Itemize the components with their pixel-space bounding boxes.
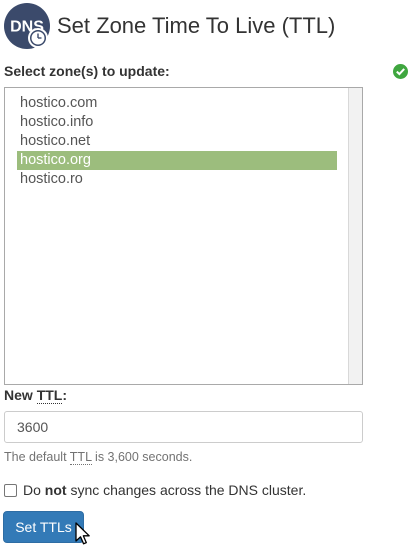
sync-label-bold: not [44,482,67,498]
sync-option: Do not sync changes across the DNS clust… [4,482,306,498]
sync-label[interactable]: Do not sync changes across the DNS clust… [23,482,306,498]
mouse-pointer-icon [75,522,91,546]
sync-label-after: sync changes across the DNS cluster. [66,482,307,498]
new-ttl-label-prefix: New [4,387,37,403]
check-circle-icon [393,64,408,79]
help-ttl-abbr: TTL [69,450,92,465]
sync-label-before: Do [23,482,45,498]
sync-checkbox[interactable] [4,483,17,497]
zone-option[interactable]: hostico.info [17,113,337,132]
set-ttls-button[interactable]: Set TTLs [3,511,84,543]
zone-option[interactable]: hostico.net [17,132,337,151]
help-suffix: is 3,600 seconds. [91,450,193,464]
page-header: DNS Set Zone Time To Live (TTL) [3,2,335,50]
new-ttl-label-suffix: : [62,387,68,403]
zone-options: hostico.com hostico.info hostico.net hostic… [5,88,362,189]
zone-option[interactable]: hostico.ro [17,170,337,189]
ttl-abbr: TTL [36,387,63,404]
ttl-input[interactable] [4,411,363,443]
zone-option[interactable]: hostico.com [17,94,337,113]
new-ttl-label: New TTL: [4,387,68,404]
zone-option[interactable]: hostico.org [17,151,337,170]
dns-clock-icon: DNS [3,2,51,50]
zone-select-list[interactable]: hostico.com hostico.info hostico.net hostic… [4,87,363,385]
ttl-help-text: The default TTL is 3,600 seconds. [4,450,193,465]
zones-label: Select zone(s) to update: [4,63,170,79]
help-prefix: The default [4,450,70,464]
page: DNS Set Zone Time To Live (TTL) Select z… [0,0,412,549]
page-title: Set Zone Time To Live (TTL) [57,13,336,38]
zone-list-scrollbar[interactable] [348,88,362,384]
